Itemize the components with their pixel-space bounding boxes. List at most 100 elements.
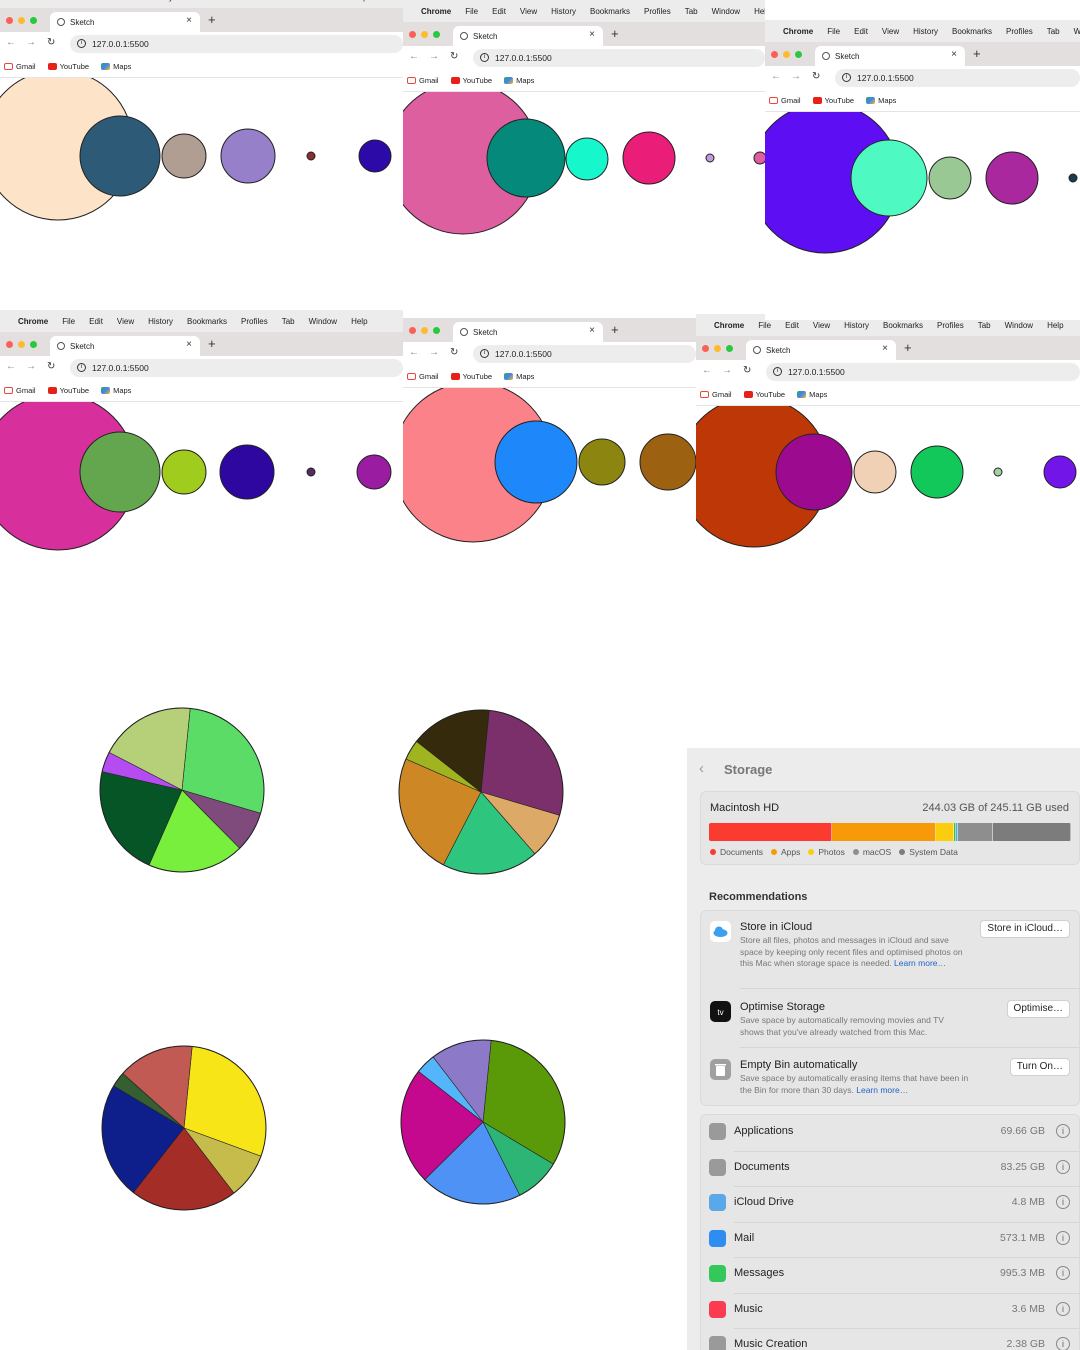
- close-window-button[interactable]: [409, 327, 416, 334]
- bookmark-gmail[interactable]: Gmail: [4, 386, 36, 395]
- browser-tab[interactable]: Sketch ×: [50, 12, 200, 32]
- minimize-window-button[interactable]: [18, 341, 25, 348]
- bookmark-youtube[interactable]: YouTube: [47, 62, 89, 71]
- info-icon[interactable]: i: [1056, 1337, 1070, 1350]
- minimize-window-button[interactable]: [421, 31, 428, 38]
- site-info-icon[interactable]: i: [480, 53, 489, 62]
- info-icon[interactable]: i: [1056, 1159, 1070, 1174]
- menu-edit[interactable]: Edit: [785, 321, 799, 330]
- menu-window[interactable]: Window: [1074, 27, 1080, 36]
- tab-close-icon[interactable]: ×: [882, 343, 888, 354]
- menu-history[interactable]: History: [913, 27, 938, 36]
- menu-tab[interactable]: Tab: [978, 321, 991, 330]
- menu-edit[interactable]: Edit: [854, 27, 868, 36]
- new-tab-button[interactable]: +: [611, 26, 619, 41]
- menu-edit[interactable]: Edit: [89, 317, 103, 326]
- back-icon[interactable]: ←: [702, 365, 712, 376]
- menu-file[interactable]: File: [62, 0, 75, 2]
- storage-bar-segment[interactable]: [832, 823, 936, 841]
- menu-view[interactable]: View: [520, 7, 537, 16]
- menu-app-name[interactable]: Chrome: [18, 317, 48, 326]
- menu-view[interactable]: View: [882, 27, 899, 36]
- menu-window[interactable]: Window: [1005, 321, 1033, 330]
- bookmark-maps[interactable]: Maps: [797, 390, 827, 399]
- storage-bar-segment[interactable]: [709, 823, 833, 841]
- menu-file[interactable]: File: [465, 7, 478, 16]
- tab-close-icon[interactable]: ×: [186, 339, 192, 350]
- menu-profiles[interactable]: Profiles: [1006, 27, 1033, 36]
- menu-window[interactable]: Window: [309, 0, 337, 2]
- reload-icon[interactable]: ↻: [450, 347, 458, 358]
- tab-close-icon[interactable]: ×: [589, 29, 595, 40]
- menu-history[interactable]: History: [148, 317, 173, 326]
- minimize-window-button[interactable]: [783, 51, 790, 58]
- menu-profiles[interactable]: Profiles: [241, 317, 268, 326]
- storage-bar-segment[interactable]: [992, 823, 1071, 841]
- zoom-window-button[interactable]: [30, 341, 37, 348]
- bookmark-gmail[interactable]: Gmail: [700, 390, 732, 399]
- bookmark-gmail[interactable]: Gmail: [769, 96, 801, 105]
- menu-history[interactable]: History: [844, 321, 869, 330]
- info-icon[interactable]: i: [1056, 1301, 1070, 1316]
- menu-app-name[interactable]: Chrome: [18, 0, 48, 2]
- reload-icon[interactable]: ↻: [47, 37, 55, 48]
- info-icon[interactable]: i: [1056, 1124, 1070, 1138]
- close-window-button[interactable]: [6, 17, 13, 24]
- menu-help[interactable]: Help: [351, 0, 367, 2]
- menu-help[interactable]: Help: [351, 317, 367, 326]
- menu-profiles[interactable]: Profiles: [644, 7, 671, 16]
- menu-tab[interactable]: Tab: [685, 7, 698, 16]
- bookmark-youtube[interactable]: YouTube: [450, 76, 492, 85]
- new-tab-button[interactable]: +: [904, 340, 912, 355]
- forward-icon[interactable]: →: [429, 51, 439, 62]
- address-bar[interactable]: i 127.0.0.1:5500: [70, 359, 403, 377]
- menu-app-name[interactable]: Chrome: [421, 7, 451, 16]
- back-icon[interactable]: ←: [409, 51, 419, 62]
- storage-bar-segment[interactable]: [935, 823, 955, 841]
- address-bar[interactable]: i 127.0.0.1:5500: [473, 345, 696, 363]
- menu-help[interactable]: Help: [754, 7, 765, 16]
- new-tab-button[interactable]: +: [208, 12, 216, 27]
- back-chevron-icon[interactable]: ‹: [699, 760, 704, 777]
- address-bar[interactable]: i 127.0.0.1:5500: [766, 363, 1080, 381]
- close-window-button[interactable]: [6, 341, 13, 348]
- menu-tab[interactable]: Tab: [282, 0, 295, 2]
- address-bar[interactable]: i 127.0.0.1:5500: [473, 49, 765, 67]
- forward-icon[interactable]: →: [429, 347, 439, 358]
- storage-bar-segment[interactable]: [958, 823, 993, 841]
- new-tab-button[interactable]: +: [973, 46, 981, 61]
- bookmark-maps[interactable]: Maps: [101, 386, 131, 395]
- site-info-icon[interactable]: i: [842, 73, 851, 82]
- bookmark-maps[interactable]: Maps: [504, 372, 534, 381]
- menu-file[interactable]: File: [758, 321, 771, 330]
- menu-profiles[interactable]: Profiles: [937, 321, 964, 330]
- storage-category-row[interactable]: Music 3.6 MB i: [701, 1292, 1079, 1328]
- storage-category-row[interactable]: Documents 83.25 GB i: [701, 1150, 1079, 1186]
- menu-bookmarks[interactable]: Bookmarks: [590, 7, 630, 16]
- menu-bookmarks[interactable]: Bookmarks: [952, 27, 992, 36]
- close-window-button[interactable]: [409, 31, 416, 38]
- site-info-icon[interactable]: i: [77, 39, 86, 48]
- info-icon[interactable]: i: [1056, 1266, 1070, 1280]
- storage-category-row[interactable]: Applications 69.66 GB i: [701, 1115, 1079, 1150]
- storage-category-row[interactable]: iCloud Drive 4.8 MB i: [701, 1186, 1079, 1221]
- browser-tab[interactable]: Sketch ×: [453, 26, 603, 46]
- bookmark-gmail[interactable]: Gmail: [407, 76, 439, 85]
- menu-window[interactable]: Window: [712, 7, 740, 16]
- forward-icon[interactable]: →: [791, 71, 801, 82]
- back-icon[interactable]: ←: [6, 361, 16, 372]
- site-info-icon[interactable]: i: [773, 367, 782, 376]
- forward-icon[interactable]: →: [26, 37, 36, 48]
- reload-icon[interactable]: ↻: [743, 365, 751, 376]
- storage-category-row[interactable]: Messages 995.3 MB i: [701, 1257, 1079, 1292]
- zoom-window-button[interactable]: [433, 31, 440, 38]
- menu-view[interactable]: View: [117, 317, 134, 326]
- new-tab-button[interactable]: +: [208, 336, 216, 351]
- menu-app-name[interactable]: Chrome: [714, 321, 744, 330]
- minimize-window-button[interactable]: [18, 17, 25, 24]
- browser-tab[interactable]: Sketch ×: [50, 336, 200, 356]
- menu-bookmarks[interactable]: Bookmarks: [187, 317, 227, 326]
- store-in-icloud-button[interactable]: Store in iCloud…: [980, 920, 1070, 938]
- minimize-window-button[interactable]: [714, 345, 721, 352]
- tab-close-icon[interactable]: ×: [589, 325, 595, 336]
